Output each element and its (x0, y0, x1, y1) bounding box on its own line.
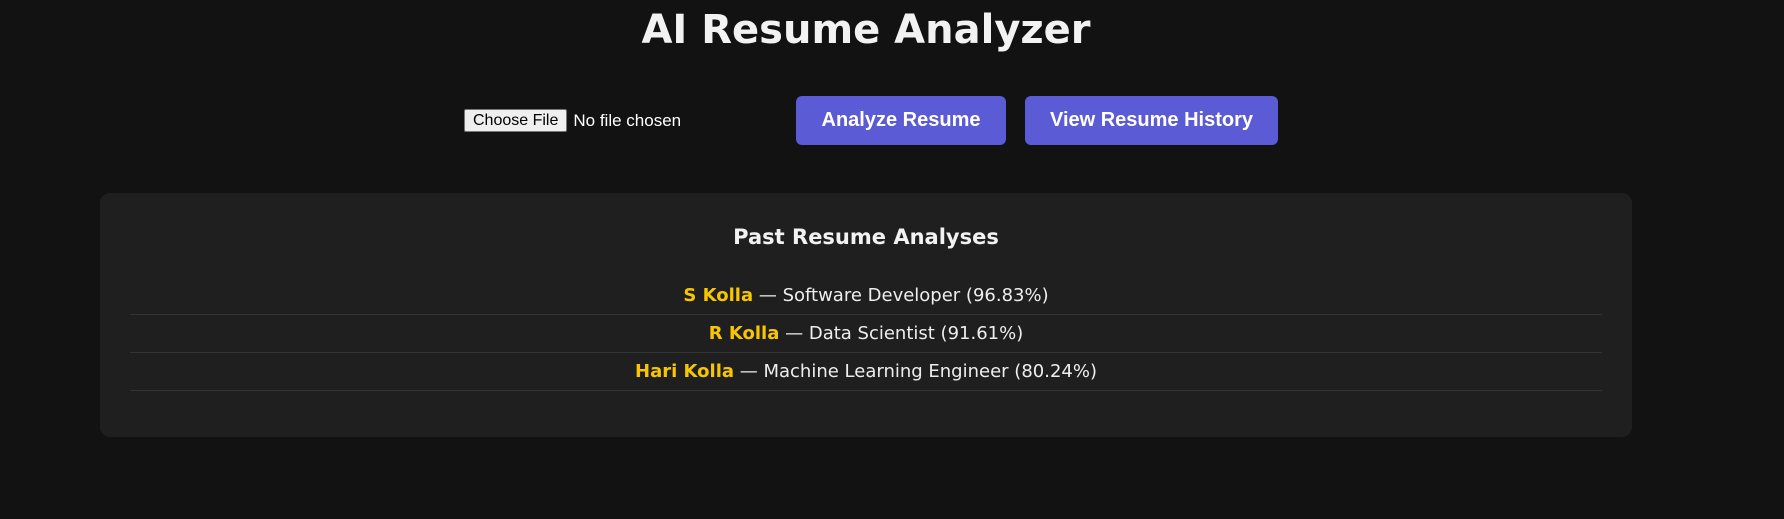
candidate-detail: Data Scientist (91.61%) (808, 323, 1024, 344)
upload-controls: Choose File No file chosen Analyze Resum… (464, 96, 1278, 145)
history-item: R Kolla — Data Scientist (91.61%) (130, 315, 1602, 353)
history-list: S Kolla — Software Developer (96.83%) R … (130, 277, 1602, 391)
page: AI Resume Analyzer Choose File No file c… (0, 0, 1784, 519)
candidate-name: S Kolla (683, 285, 754, 306)
page-title: AI Resume Analyzer (641, 7, 1091, 53)
history-item: Hari Kolla — Machine Learning Engineer (… (130, 353, 1602, 391)
candidate-detail: Machine Learning Engineer (80.24%) (763, 361, 1097, 382)
separator: — (753, 285, 783, 306)
file-status-text: No file chosen (573, 110, 682, 130)
candidate-name: Hari Kolla (635, 361, 735, 382)
separator: — (779, 323, 809, 344)
history-item: S Kolla — Software Developer (96.83%) (130, 277, 1602, 315)
file-input[interactable]: Choose File No file chosen (464, 109, 796, 132)
candidate-name: R Kolla (708, 323, 780, 344)
choose-file-button[interactable]: Choose File (464, 109, 568, 132)
history-title: Past Resume Analyses (733, 225, 999, 249)
separator: — (734, 361, 764, 382)
history-panel: Past Resume Analyses S Kolla — Software … (100, 193, 1632, 437)
view-history-button[interactable]: View Resume History (1025, 96, 1278, 145)
candidate-detail: Software Developer (96.83%) (782, 285, 1049, 306)
analyze-resume-button[interactable]: Analyze Resume (796, 96, 1006, 145)
